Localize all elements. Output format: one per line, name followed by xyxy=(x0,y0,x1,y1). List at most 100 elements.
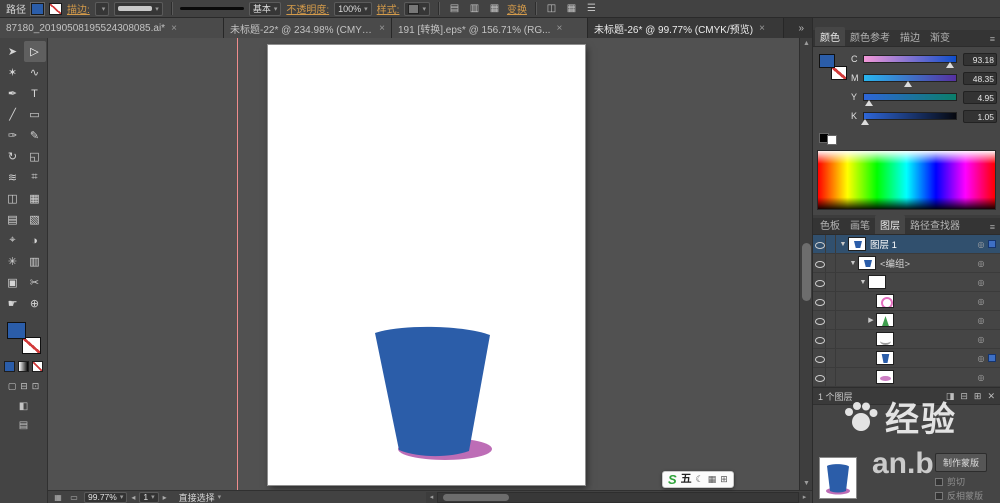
pen-tool[interactable]: ✒ xyxy=(2,83,24,104)
expand-icon[interactable]: ▼ xyxy=(848,260,858,267)
black-value-field[interactable]: 1.05 xyxy=(963,110,997,123)
magic-wand-tool[interactable]: ✶ xyxy=(2,62,24,83)
cup-shape[interactable] xyxy=(375,326,490,457)
expand-icon[interactable]: ▶ xyxy=(866,316,876,324)
target-icon[interactable] xyxy=(974,297,988,306)
yellow-slider[interactable] xyxy=(863,93,957,106)
expand-icon[interactable]: ▼ xyxy=(858,279,868,286)
target-icon[interactable] xyxy=(974,316,988,325)
lasso-tool[interactable]: ∿ xyxy=(24,62,46,83)
canvas-area[interactable] xyxy=(48,38,812,490)
scroll-up-icon[interactable] xyxy=(800,38,812,50)
layer-row[interactable]: ▼ xyxy=(813,273,1000,292)
tab-gradient[interactable]: 渐变 xyxy=(925,27,955,46)
color-spectrum[interactable] xyxy=(817,150,996,210)
document-tab[interactable]: 87180_20190508195524308085.ai* xyxy=(0,18,224,38)
blend-tool[interactable]: ◑ xyxy=(24,230,46,251)
fill-stroke-widget[interactable] xyxy=(6,322,41,354)
symbol-sprayer-tool[interactable]: ✳ xyxy=(2,251,24,272)
make-mask-button[interactable]: 制作蒙版 xyxy=(935,453,988,472)
cyan-value-field[interactable]: 93.18 xyxy=(963,53,997,66)
artboard[interactable] xyxy=(267,44,586,486)
visibility-toggle-icon[interactable] xyxy=(813,349,826,367)
width-profile-dropdown[interactable] xyxy=(114,1,163,16)
new-layer-icon[interactable] xyxy=(974,391,982,402)
cyan-slider-thumb[interactable] xyxy=(945,62,954,68)
ime-toolbar[interactable]: S 五 xyxy=(662,471,734,488)
draw-normal-icon[interactable] xyxy=(8,381,17,392)
visibility-toggle-icon[interactable] xyxy=(813,273,826,291)
new-sublayer-icon[interactable] xyxy=(960,391,968,402)
zoom-tool[interactable]: ⊕ xyxy=(24,293,46,314)
close-tab-icon[interactable] xyxy=(556,23,562,34)
lock-toggle[interactable] xyxy=(826,235,836,253)
vertical-scroll-thumb[interactable] xyxy=(802,243,811,301)
paintbrush-tool[interactable]: ✑ xyxy=(2,125,24,146)
style-link[interactable]: 样式: xyxy=(377,1,400,16)
magenta-value-field[interactable]: 48.35 xyxy=(963,72,997,85)
target-icon[interactable] xyxy=(974,354,988,363)
tab-color-guide[interactable]: 颜色参考 xyxy=(845,27,895,46)
lock-toggle[interactable] xyxy=(826,349,836,367)
magenta-slider-thumb[interactable] xyxy=(904,81,913,87)
free-transform-tool[interactable]: ⌗ xyxy=(24,167,46,188)
lock-toggle[interactable] xyxy=(826,273,836,291)
black-slider-thumb[interactable] xyxy=(860,119,869,125)
none-button[interactable] xyxy=(32,361,43,372)
opacity-dropdown[interactable]: 100% xyxy=(334,1,372,16)
screen-mode-icon[interactable] xyxy=(17,401,31,412)
close-tab-icon[interactable] xyxy=(171,23,177,34)
align-right-icon[interactable] xyxy=(487,2,502,16)
layer-row[interactable] xyxy=(813,368,1000,387)
tab-layers[interactable]: 图层 xyxy=(875,215,905,234)
document-tab[interactable]: 191 [转换].eps* @ 156.71% (RG... xyxy=(392,18,588,38)
scroll-down-icon[interactable] xyxy=(800,478,812,490)
artboard-tool[interactable]: ▣ xyxy=(2,272,24,293)
draw-behind-icon[interactable] xyxy=(20,381,28,392)
horizontal-scroll-track[interactable] xyxy=(437,492,799,503)
artboard-nav-dropdown[interactable]: 1 xyxy=(139,491,159,503)
tab-pathfinder[interactable]: 路径查找器 xyxy=(905,215,965,234)
document-info-icon[interactable] xyxy=(17,420,31,431)
invert-mask-checkbox[interactable] xyxy=(935,491,943,500)
expand-icon[interactable]: ▼ xyxy=(838,241,848,248)
sogou-logo[interactable]: S xyxy=(668,473,677,486)
make-clipping-mask-icon[interactable] xyxy=(946,391,955,402)
eyedropper-tool[interactable]: ⌖ xyxy=(2,230,24,251)
horizontal-scrollbar[interactable] xyxy=(426,492,810,503)
toolbox-icon[interactable] xyxy=(720,475,728,484)
yellow-slider-thumb[interactable] xyxy=(864,100,873,106)
tab-color[interactable]: 颜色 xyxy=(815,27,845,46)
gradient-tool[interactable]: ▧ xyxy=(24,209,46,230)
close-tab-icon[interactable] xyxy=(379,23,385,34)
visibility-toggle-icon[interactable] xyxy=(813,235,826,253)
layer-row[interactable] xyxy=(813,349,1000,368)
horizontal-scroll-thumb[interactable] xyxy=(443,494,509,501)
lock-toggle[interactable] xyxy=(826,311,836,329)
layer-row[interactable]: ▼ <编组> xyxy=(813,254,1000,273)
clip-option[interactable]: 剪切 xyxy=(935,475,965,488)
document-tab[interactable]: 未标题-22* @ 234.98% (CMYK/... xyxy=(224,18,392,38)
align-center-icon[interactable] xyxy=(467,2,482,16)
target-icon[interactable] xyxy=(974,259,988,268)
selection-tool[interactable]: ➤ xyxy=(2,41,24,62)
keyboard-icon[interactable] xyxy=(708,475,717,484)
moon-icon[interactable] xyxy=(696,475,704,484)
fill-color-swatch[interactable] xyxy=(31,2,44,15)
tab-brushes[interactable]: 画笔 xyxy=(845,215,875,234)
visibility-toggle-icon[interactable] xyxy=(813,368,826,386)
type-tool[interactable]: T xyxy=(24,83,46,104)
vertical-scrollbar[interactable] xyxy=(799,38,812,490)
lock-toggle[interactable] xyxy=(826,368,836,386)
lock-toggle[interactable] xyxy=(826,254,836,272)
cyan-slider[interactable] xyxy=(863,55,957,68)
scroll-left-icon[interactable] xyxy=(426,492,437,503)
pencil-tool[interactable]: ✎ xyxy=(24,125,46,146)
black-slider[interactable] xyxy=(860,112,957,125)
zoom-level-dropdown[interactable]: 99.77% xyxy=(84,491,128,503)
delete-layer-icon[interactable] xyxy=(987,391,995,402)
rotate-tool[interactable]: ↻ xyxy=(2,146,24,167)
line-tool[interactable]: ╱ xyxy=(2,104,24,125)
scale-tool[interactable]: ◱ xyxy=(24,146,46,167)
layer-name[interactable]: 图层 1 xyxy=(870,237,974,251)
